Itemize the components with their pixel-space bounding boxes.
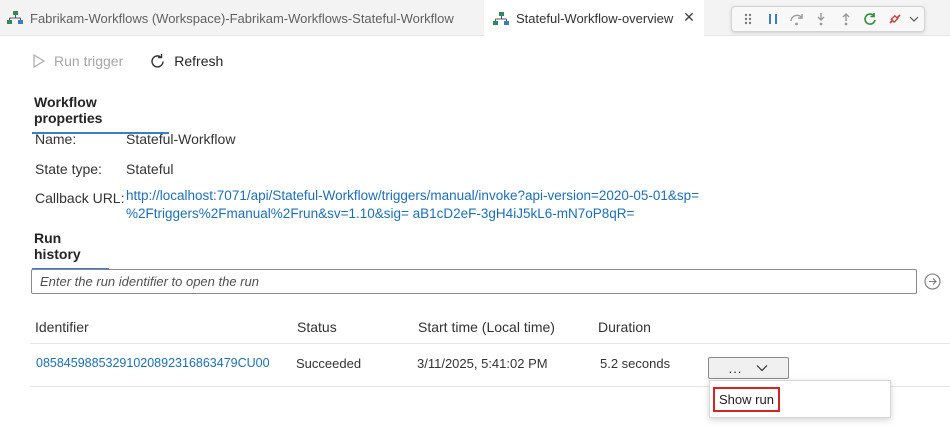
more-label: ... bbox=[728, 360, 743, 376]
run-start-time: 3/11/2025, 5:41:02 PM bbox=[417, 356, 548, 371]
column-header-identifier[interactable]: Identifier bbox=[35, 319, 89, 335]
workflow-properties-heading: Workflow properties bbox=[32, 94, 169, 134]
run-duration: 5.2 seconds bbox=[600, 356, 671, 371]
callback-url-label: Callback URL: bbox=[35, 190, 125, 206]
step-into-icon[interactable] bbox=[811, 9, 831, 29]
column-header-start-time[interactable]: Start time (Local time) bbox=[418, 319, 555, 335]
restart-icon[interactable] bbox=[860, 9, 880, 29]
header-divider bbox=[30, 343, 950, 344]
run-history-heading: Run history bbox=[32, 230, 109, 270]
run-status: Succeeded bbox=[296, 356, 362, 371]
tab-workflow-overview[interactable]: Stateful-Workflow-overview ✕ bbox=[484, 0, 704, 37]
drag-handle-icon[interactable] bbox=[738, 9, 758, 29]
tab-label: Fabrikam-Workflows (Workspace)-Fabrikam-… bbox=[30, 10, 454, 26]
pause-icon[interactable] bbox=[762, 9, 782, 29]
callback-url-line-2: %2Ftriggers%2Fmanual%2Frun&sv=1.10&sig= … bbox=[126, 206, 635, 221]
state-type-label: State type: bbox=[35, 161, 102, 177]
refresh-icon bbox=[151, 53, 164, 68]
run-trigger-label: Run trigger bbox=[54, 53, 124, 69]
run-identifier-link[interactable]: 08584598853291020892316863479CU00 bbox=[36, 356, 270, 370]
refresh-label: Refresh bbox=[174, 53, 224, 69]
workflow-icon bbox=[7, 11, 23, 24]
callback-url-line-1: http://localhost:7071/api/Stateful-Workf… bbox=[126, 188, 700, 203]
refresh-button[interactable]: Refresh bbox=[149, 53, 223, 70]
tab-label: Stateful-Workflow-overview bbox=[516, 11, 674, 26]
state-type-value: Stateful bbox=[126, 161, 174, 177]
name-label: Name: bbox=[35, 131, 77, 147]
step-over-icon[interactable] bbox=[787, 9, 807, 29]
go-arrow-icon[interactable] bbox=[924, 273, 941, 290]
chevron-down-icon bbox=[756, 365, 768, 372]
close-icon[interactable]: ✕ bbox=[682, 10, 696, 24]
tab-workflow-designer[interactable]: Fabrikam-Workflows (Workspace)-Fabrikam-… bbox=[0, 0, 484, 36]
chevron-down-icon[interactable] bbox=[909, 9, 920, 29]
workflow-icon bbox=[493, 11, 509, 25]
row-actions-button[interactable]: ... bbox=[708, 357, 789, 379]
overview-toolbar: Run trigger Refresh bbox=[32, 50, 249, 72]
column-header-status[interactable]: Status bbox=[297, 319, 337, 335]
row-actions-menu: Show run bbox=[709, 380, 891, 418]
run-trigger-button[interactable]: Run trigger bbox=[32, 53, 123, 69]
name-value: Stateful-Workflow bbox=[126, 131, 236, 147]
column-header-duration[interactable]: Duration bbox=[598, 319, 651, 335]
menu-item-show-run[interactable]: Show run bbox=[713, 387, 780, 412]
run-identifier-input[interactable] bbox=[31, 269, 917, 294]
editor-tab-bar: Fabrikam-Workflows (Workspace)-Fabrikam-… bbox=[0, 0, 950, 37]
play-icon bbox=[33, 53, 46, 69]
callback-url-link[interactable]: http://localhost:7071/api/Stateful-Workf… bbox=[126, 187, 746, 223]
debug-toolbar bbox=[731, 6, 925, 32]
step-out-icon[interactable] bbox=[836, 9, 856, 29]
disconnect-icon[interactable] bbox=[884, 9, 904, 29]
